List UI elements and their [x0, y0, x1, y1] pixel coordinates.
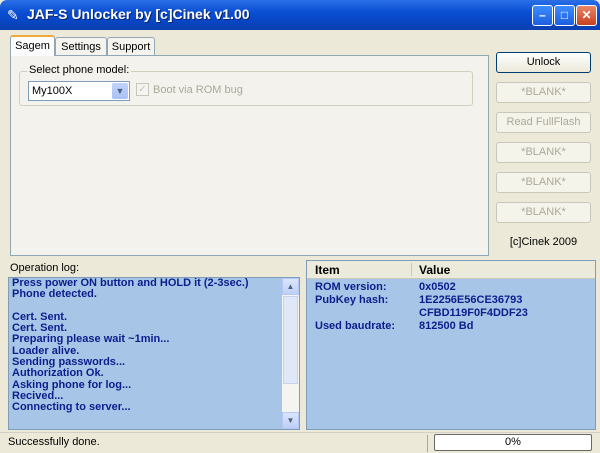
minimize-icon: –	[539, 8, 546, 22]
status-divider	[427, 435, 428, 452]
scroll-up-icon[interactable]: ▲	[282, 278, 299, 295]
info-value-pubkey-hash-1: 1E2256E56CE36793	[419, 294, 523, 306]
unlock-button[interactable]: Unlock	[496, 52, 591, 73]
close-button[interactable]: ✕	[576, 5, 597, 26]
phone-model-group-label: Select phone model:	[27, 64, 132, 76]
phone-model-group: Select phone model: My100X ▼ ✓ Boot via …	[19, 64, 473, 106]
log-line: Recived...	[12, 390, 64, 402]
blank-button-4[interactable]: *BLANK*	[496, 202, 591, 223]
wrench-icon: ✎	[7, 7, 19, 23]
boot-rom-bug-label: Boot via ROM bug	[153, 84, 243, 96]
maximize-icon: □	[560, 8, 569, 22]
scroll-thumb[interactable]	[283, 296, 298, 384]
operation-log-label: Operation log:	[10, 262, 80, 274]
checkmark-icon: ✓	[138, 84, 147, 95]
read-fullflash-button[interactable]: Read FullFlash	[496, 112, 591, 133]
log-line: Press power ON button and HOLD it (2-3se…	[12, 278, 249, 289]
info-value-rom-version: 0x0502	[419, 281, 456, 293]
scroll-down-icon[interactable]: ▼	[282, 412, 299, 429]
operation-log-lines: Press power ON button and HOLD it (2-3se…	[12, 278, 284, 414]
info-value-pubkey-hash-2: CFBD119F0F4DDF23	[419, 307, 528, 319]
operation-log[interactable]: Press power ON button and HOLD it (2-3se…	[8, 277, 300, 430]
info-item-pubkey-hash: PubKey hash:	[315, 294, 389, 306]
tab-settings[interactable]: Settings	[55, 37, 107, 56]
window-title: JAF-S Unlocker by [c]Cinek v1.00	[27, 6, 250, 22]
close-icon: ✕	[581, 8, 592, 22]
log-line: Connecting to server...	[12, 402, 131, 414]
info-item-rom-version: ROM version:	[315, 281, 387, 293]
log-line: Cert. Sent.	[12, 323, 68, 335]
title-bar[interactable]: ✎ JAF-S Unlocker by [c]Cinek v1.00 – □ ✕	[0, 0, 600, 30]
phone-model-value: My100X	[32, 85, 73, 97]
log-line: Loader alive.	[12, 345, 80, 357]
app-window: ✎ JAF-S Unlocker by [c]Cinek v1.00 – □ ✕…	[0, 0, 600, 453]
header-divider	[411, 263, 412, 276]
info-item-baudrate: Used baudrate:	[315, 320, 396, 332]
minimize-button[interactable]: –	[532, 5, 553, 26]
info-header: Item Value	[307, 261, 595, 279]
sagem-tab-panel: Select phone model: My100X ▼ ✓ Boot via …	[10, 55, 489, 256]
status-bar: Successfully done. 0%	[0, 432, 600, 453]
blank-button-2[interactable]: *BLANK*	[496, 142, 591, 163]
maximize-button[interactable]: □	[554, 5, 575, 26]
info-header-item[interactable]: Item	[315, 263, 340, 277]
log-line: Phone detected.	[12, 289, 97, 301]
log-line: Cert. Sent.	[12, 311, 68, 323]
phone-model-select[interactable]: My100X ▼	[28, 81, 130, 101]
info-header-value[interactable]: Value	[419, 263, 450, 277]
progress-bar: 0%	[434, 434, 592, 451]
credit-label: [c]Cinek 2009	[509, 236, 578, 248]
phone-info-list: Item Value ROM version: 0x0502 PubKey ha…	[306, 260, 596, 430]
chevron-down-icon[interactable]: ▼	[112, 83, 128, 99]
boot-rom-bug-checkbox[interactable]: ✓	[136, 83, 149, 96]
tab-support[interactable]: Support	[107, 37, 155, 56]
tab-sagem[interactable]: Sagem	[10, 35, 55, 56]
log-line: Authorization Ok.	[12, 368, 104, 380]
progress-text: 0%	[505, 436, 521, 448]
info-value-baudrate: 812500 Bd	[419, 320, 474, 332]
log-line: Preparing please wait ~1min...	[12, 334, 170, 346]
log-line: Sending passwords...	[12, 357, 126, 369]
log-line: Asking phone for log...	[12, 379, 132, 391]
blank-button-3[interactable]: *BLANK*	[496, 172, 591, 193]
status-text: Successfully done.	[8, 436, 100, 448]
log-scrollbar[interactable]: ▲ ▼	[282, 278, 299, 429]
blank-button-1[interactable]: *BLANK*	[496, 82, 591, 103]
